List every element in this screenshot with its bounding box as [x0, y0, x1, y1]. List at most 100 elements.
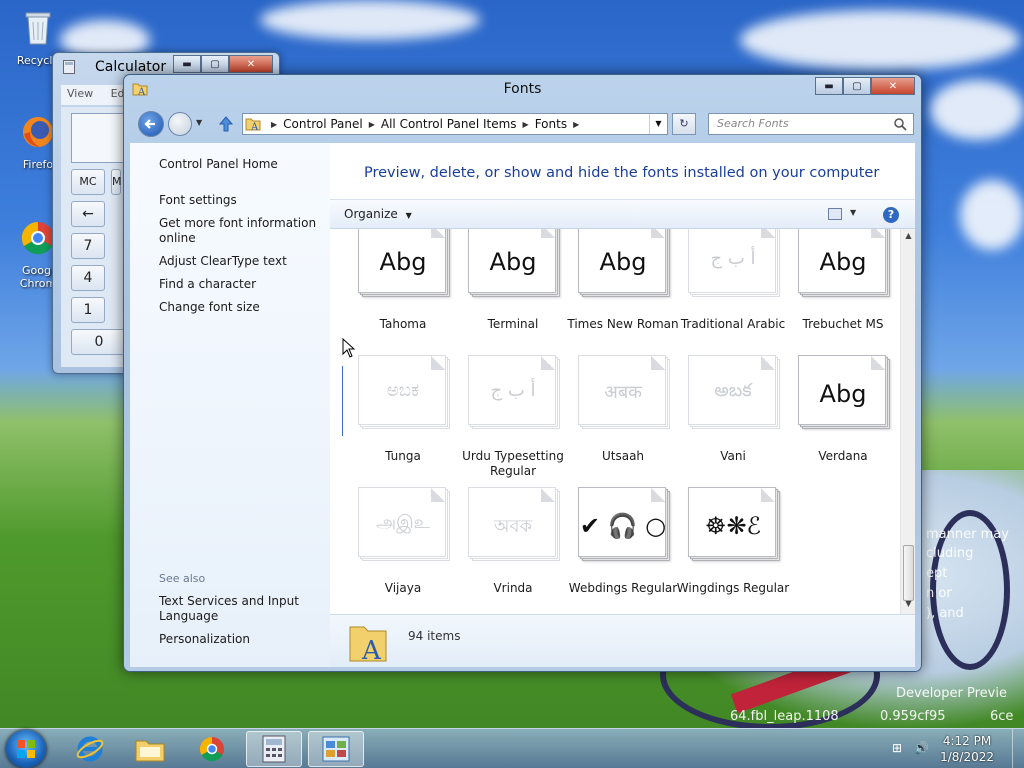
taskbar-google-chrome[interactable]: [184, 731, 240, 767]
font-name-label: Vijaya: [384, 581, 422, 595]
link-find-character[interactable]: Find a character: [159, 277, 319, 292]
taskbar-internet-explorer[interactable]: [62, 731, 118, 767]
vertical-scrollbar[interactable]: ▲ ▼: [900, 229, 915, 614]
back-button[interactable]: [138, 111, 164, 137]
font-tile[interactable]: ✔ 🎧 ○ Webdings Regular: [564, 487, 677, 614]
link-adjust-cleartype[interactable]: Adjust ClearType text: [159, 254, 319, 269]
page-fold: [651, 356, 665, 370]
fonts-window[interactable]: A Fonts ▬ ▢ ✕ ▼ A ▶ Control Panel ▶ All …: [123, 74, 922, 672]
font-preview-sheet: أ ب ج: [688, 229, 776, 293]
link-text-services[interactable]: Text Services and Input Language: [159, 594, 319, 624]
font-preview-sheet: অবক: [468, 487, 556, 557]
link-control-panel-home[interactable]: Control Panel Home: [159, 157, 319, 172]
calc-button-4[interactable]: 4: [71, 265, 105, 291]
start-button[interactable]: [6, 730, 46, 768]
see-also-heading: See also: [159, 572, 206, 585]
forward-button[interactable]: [168, 112, 192, 136]
breadcrumb-separator[interactable]: ▶: [523, 120, 529, 129]
breadcrumb-all-items[interactable]: All Control Panel Items: [381, 117, 517, 131]
font-preview-icon: ☸❋ℰ: [688, 487, 780, 561]
breadcrumb-separator[interactable]: ▶: [369, 120, 375, 129]
font-sample-text: أ ب ج: [710, 248, 756, 269]
page-fold: [651, 229, 665, 238]
scrollbar-thumb[interactable]: [903, 545, 914, 601]
close-button[interactable]: ✕: [229, 55, 273, 73]
font-tile[interactable]: Abg Terminal: [454, 229, 560, 353]
minimize-button[interactable]: ▬: [815, 77, 843, 95]
refresh-button[interactable]: ↻: [672, 113, 696, 135]
link-change-font-size[interactable]: Change font size: [159, 300, 319, 315]
calc-button-backspace[interactable]: ←: [71, 201, 105, 227]
scroll-down-arrow[interactable]: ▼: [901, 599, 916, 613]
organize-menu-button[interactable]: Organize ▼: [344, 207, 412, 221]
fonts-folder-icon: A: [349, 626, 387, 663]
calc-button-mc[interactable]: MC: [71, 169, 105, 195]
page-fold: [651, 488, 665, 502]
up-arrow-icon[interactable]: [216, 114, 236, 134]
font-preview-sheet: ☸❋ℰ: [688, 487, 776, 557]
close-button[interactable]: ✕: [871, 77, 915, 95]
maximize-button[interactable]: ▢: [201, 55, 229, 73]
cloud: [930, 80, 1024, 140]
font-preview-sheet: Abg: [798, 355, 886, 425]
search-placeholder: Search Fonts: [717, 117, 789, 130]
link-more-font-info[interactable]: Get more font information online: [159, 216, 319, 246]
change-view-icon[interactable]: [828, 208, 842, 220]
font-preview-sheet: أ ب ج: [468, 355, 556, 425]
font-tile[interactable]: ಅಬಕ Tunga: [344, 355, 450, 485]
breadcrumb-separator[interactable]: ▶: [573, 120, 579, 129]
network-icon[interactable]: ⊞: [892, 741, 908, 755]
font-preview-sheet: Abg: [578, 229, 666, 293]
link-personalization[interactable]: Personalization: [159, 632, 319, 647]
breadcrumb-separator[interactable]: ▶: [271, 120, 277, 129]
link-font-settings[interactable]: Font settings: [159, 193, 319, 208]
font-tile[interactable]: أ ب ج Traditional Arabic: [674, 229, 785, 353]
font-tile[interactable]: అబక Vani: [674, 355, 780, 485]
font-preview-sheet: ✔ 🎧 ○: [578, 487, 666, 557]
search-input[interactable]: Search Fonts: [708, 113, 914, 135]
page-fold: [761, 229, 775, 238]
font-preview-icon: అబక: [688, 355, 780, 429]
build-info-line: 64.fbl_leap.1108: [730, 709, 839, 724]
taskbar-calculator[interactable]: [246, 731, 302, 767]
calc-button-0[interactable]: 0: [71, 329, 127, 355]
font-sample-text: Abg: [489, 248, 537, 276]
font-tile[interactable]: अबक Utsaah: [564, 355, 670, 485]
font-tile[interactable]: Abg Tahoma: [344, 229, 450, 353]
taskbar-control-panel[interactable]: [308, 731, 364, 767]
maximize-button[interactable]: ▢: [843, 77, 871, 95]
system-clock[interactable]: 4:12 PM 1/8/2022: [940, 733, 994, 765]
taskbar: ⊞ 🔊 4:12 PM 1/8/2022: [0, 728, 1024, 768]
taskbar-windows-explorer[interactable]: [122, 731, 178, 767]
breadcrumb-control-panel[interactable]: Control Panel: [283, 117, 363, 131]
font-tile[interactable]: Abg Verdana: [784, 355, 890, 485]
menu-view[interactable]: View: [67, 87, 93, 100]
show-desktop-button[interactable]: [1012, 729, 1024, 768]
font-preview-icon: Abg: [468, 229, 560, 297]
address-dropdown[interactable]: ▼: [649, 114, 667, 134]
font-tile[interactable]: أ ب ج Urdu Typesetting Regular: [454, 355, 564, 485]
address-bar[interactable]: A ▶ Control Panel ▶ All Control Panel It…: [242, 113, 668, 135]
calc-button-7[interactable]: 7: [71, 233, 105, 259]
calc-button-mr[interactable]: M: [111, 169, 122, 195]
font-sample-text: Abg: [379, 248, 427, 276]
font-tile[interactable]: Abg Trebuchet MS: [784, 229, 890, 353]
help-icon[interactable]: ?: [883, 207, 899, 223]
page-fold: [871, 356, 885, 370]
window-title: Fonts: [503, 81, 542, 97]
font-tile[interactable]: ☸❋ℰ Wingdings Regular: [674, 487, 789, 614]
font-tile[interactable]: அஇஉ Vijaya: [344, 487, 450, 614]
search-icon[interactable]: [893, 117, 907, 131]
minimize-button[interactable]: ▬: [173, 55, 201, 73]
calc-button-1[interactable]: 1: [71, 297, 105, 323]
scroll-up-arrow[interactable]: ▲: [901, 231, 916, 245]
breadcrumb-fonts[interactable]: Fonts: [535, 117, 567, 131]
page-fold: [541, 488, 555, 502]
view-options-dropdown[interactable]: ▼: [850, 208, 856, 217]
recent-pages-dropdown[interactable]: ▼: [196, 118, 202, 127]
font-tile[interactable]: Abg Times New Roman: [564, 229, 679, 353]
volume-icon[interactable]: 🔊: [914, 741, 930, 755]
navigation-bar: ▼ A ▶ Control Panel ▶ All Control Panel …: [132, 109, 914, 139]
font-tile[interactable]: অবক Vrinda: [454, 487, 560, 614]
command-bar: Organize ▼ ▼ ?: [330, 199, 915, 229]
